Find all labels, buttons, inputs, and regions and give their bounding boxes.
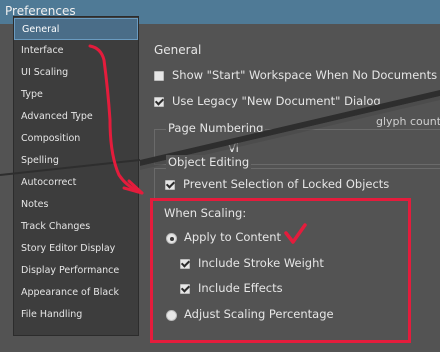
sidebar-item-spelling[interactable]: Spelling [14,150,138,172]
include-effects-label: Include Effects [198,281,283,295]
show-start-checkbox[interactable] [154,71,164,81]
preferences-sidebar: General Interface UI Scaling Type Advanc… [13,16,139,336]
prevent-selection-checkbox[interactable] [165,180,175,190]
legacy-dialog-label: Use Legacy "New Document" Dialog [172,94,381,108]
sidebar-item-composition[interactable]: Composition [14,128,138,150]
include-stroke-checkbox[interactable] [180,259,190,269]
sidebar-item-story-editor-display[interactable]: Story Editor Display [14,238,138,260]
sidebar-item-display-performance[interactable]: Display Performance [14,260,138,282]
sidebar-item-general[interactable]: General [14,18,138,40]
include-stroke-label: Include Stroke Weight [198,256,324,270]
prevent-selection-label: Prevent Selection of Locked Objects [183,177,390,191]
show-start-label: Show "Start" Workspace When No Documents… [172,68,440,82]
sidebar-item-advanced-type[interactable]: Advanced Type [14,106,138,128]
adjust-percentage-radio[interactable] [166,310,177,321]
sidebar-item-file-handling[interactable]: File Handling [14,304,138,326]
sidebar-item-ui-scaling[interactable]: UI Scaling [14,62,138,84]
sidebar-item-interface[interactable]: Interface [14,40,138,62]
when-scaling-heading: When Scaling: [164,206,247,220]
page-numbering-view-label: Vi [228,141,239,155]
legacy-dialog-checkbox[interactable] [154,97,164,107]
include-effects-checkbox[interactable] [180,284,190,294]
page-numbering-heading: Page Numbering [166,121,266,135]
sidebar-item-appearance-of-black[interactable]: Appearance of Black [14,282,138,304]
glyph-counts-text: glyph counts gi [376,115,440,128]
sidebar-item-autocorrect[interactable]: Autocorrect [14,172,138,194]
sidebar-item-type[interactable]: Type [14,84,138,106]
sidebar-item-notes[interactable]: Notes [14,194,138,216]
general-heading: General [154,43,202,57]
apply-to-content-label: Apply to Content [184,230,282,244]
object-editing-heading: Object Editing [166,155,252,169]
adjust-percentage-label: Adjust Scaling Percentage [184,307,334,321]
sidebar-item-track-changes[interactable]: Track Changes [14,216,138,238]
apply-to-content-radio[interactable] [166,233,177,244]
